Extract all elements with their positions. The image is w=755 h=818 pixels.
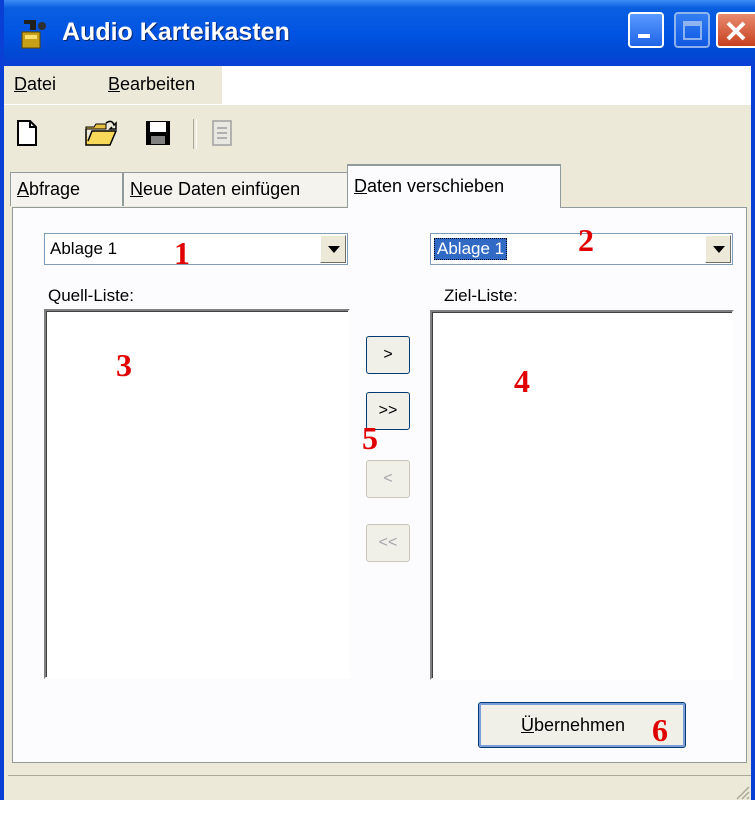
target-combo-dropdown[interactable] [705,235,731,263]
tab-neue-daten[interactable]: Neue Daten einfügen [123,172,349,206]
save-disk-icon[interactable] [144,119,172,147]
menu-datei-label: atei [27,74,57,94]
close-icon [726,21,746,41]
app-window: Audio Karteikasten Datei Bearbeiten Abfr… [0,0,755,801]
source-combo[interactable]: Ablage 1 [44,233,348,265]
print-disabled-icon [212,120,232,146]
annotation-2: 2 [578,222,594,258]
menu-datei[interactable]: Datei [14,74,56,95]
menu-datei-accel: D [14,74,27,94]
menu-bar-filler [222,66,751,104]
toolbar-separator [193,119,197,149]
tab-abfrage-accel: A [17,179,30,199]
tab-daten-verschieben-label: aten verschieben [367,176,505,196]
move-one-right-button[interactable]: > [366,336,410,374]
tab-neue-daten-accel: N [130,179,143,199]
tab-abfrage-label: bfrage [29,179,81,199]
apply-button-accel: Ü [521,715,534,735]
title-bar[interactable]: Audio Karteikasten [4,0,755,66]
source-list[interactable] [44,309,350,679]
annotation-1: 1 [174,235,190,271]
window-title: Audio Karteikasten [62,18,290,46]
annotation-6: 6 [652,712,668,748]
menu-bearbeiten[interactable]: Bearbeiten [108,74,195,95]
chevron-down-icon [713,246,725,253]
target-list-label: Ziel-Liste: [444,286,518,305]
tab-strip: Abfrage Neue Daten einfügen Daten versch… [4,164,751,208]
annotation-5: 5 [362,420,378,456]
move-all-right-label: >> [378,402,398,419]
tab-daten-verschieben[interactable]: Daten verschieben [347,164,561,208]
app-icon [21,20,46,49]
menu-bearbeiten-accel: B [108,74,121,94]
source-combo-dropdown[interactable] [320,235,346,263]
tab-neue-daten-label: eue Daten einfügen [143,179,301,199]
maximize-icon [683,21,702,40]
target-list[interactable] [430,310,734,680]
new-file-icon[interactable] [14,119,40,147]
apply-button-rest: bernehmen [534,715,626,735]
tab-abfrage[interactable]: Abfrage [10,172,123,206]
source-combo-value: Ablage 1 [50,239,118,258]
minimize-button[interactable] [628,12,664,48]
minimize-icon [638,34,650,38]
menu-bearbeiten-label: earbeiten [120,74,196,94]
annotation-3: 3 [116,347,132,383]
bottom-margin [0,800,755,818]
move-all-left-button: << [366,524,410,562]
maximize-button[interactable] [674,12,710,48]
tab-daten-verschieben-accel: D [354,176,367,196]
chevron-down-icon [328,246,340,253]
target-combo-value: Ablage 1 [434,238,508,260]
move-one-left-label: < [383,470,393,487]
move-one-right-label: > [383,346,393,363]
resize-grip-icon[interactable] [733,783,751,801]
apply-button-label: Übernehmen [521,715,625,736]
move-one-left-button: < [366,460,410,498]
toolbar [4,104,751,165]
source-list-label: Quell-Liste: [48,286,134,305]
open-folder-icon[interactable] [84,119,118,147]
close-button[interactable] [716,12,755,48]
status-bar [8,775,751,801]
annotation-4: 4 [514,363,530,399]
move-all-left-label: << [378,534,398,551]
